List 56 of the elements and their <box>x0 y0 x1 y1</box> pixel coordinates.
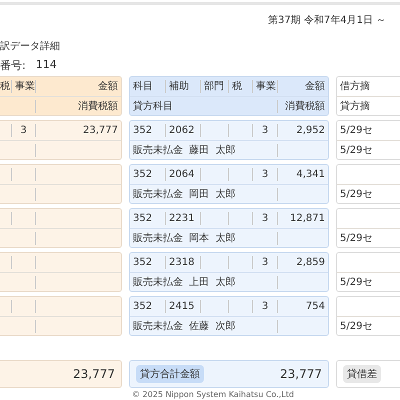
table-cell: 3 <box>20 125 27 136</box>
table-cell: 3 <box>262 125 268 136</box>
column-header: 金額 <box>97 80 119 93</box>
table-cell: 3 <box>262 213 268 224</box>
table-cell: 3 <box>262 169 268 180</box>
column-header: 借方摘 <box>339 80 371 93</box>
table-cell: 2064 <box>169 169 194 180</box>
difference-label: 貸借差 <box>343 365 381 383</box>
fiscal-period: 第37期 令和7年4月1日 ～ <box>268 14 388 27</box>
column-header: 金額 <box>304 80 326 93</box>
table-cell: 販売未払金 岡本 太郎 <box>133 233 236 244</box>
table-cell: 販売未払金 藤田 太郎 <box>133 145 236 156</box>
table-cell: 352 <box>133 213 152 224</box>
table-cell: 販売未払金 上田 太郎 <box>133 277 236 288</box>
credit-total-label: 貸方合計金額 <box>136 365 204 383</box>
column-header: 補助 <box>166 80 201 93</box>
table-cell: 352 <box>133 169 152 180</box>
table-cell: 2,952 <box>296 125 325 136</box>
debit-total: 23,777 <box>73 367 115 381</box>
table-cell: 754 <box>306 301 325 312</box>
table-cell: 352 <box>133 257 152 268</box>
table-cell: 2,859 <box>296 257 325 268</box>
table-cell: 23,777 <box>83 125 118 136</box>
column-header: 貸方摘 <box>339 100 371 113</box>
column-header: 貸方科目 <box>130 100 278 113</box>
table-cell: 352 <box>133 301 152 312</box>
table-cell: 販売未払金 岡田 太郎 <box>133 189 236 200</box>
table-cell: 5/29セ <box>340 233 372 244</box>
table-cell: 販売未払金 佐藤 次郎 <box>133 321 236 332</box>
table-cell: 5/29セ <box>340 145 372 156</box>
table-cell: 5/29セ <box>340 189 372 200</box>
table-cell: 2231 <box>169 213 194 224</box>
table-cell: 4,341 <box>296 169 325 180</box>
table-cell: 12,871 <box>290 213 325 224</box>
slip-number-label: 番号: <box>0 58 26 72</box>
column-header: 部門 <box>201 80 229 93</box>
column-header: 税 <box>0 80 12 93</box>
table-cell: 2415 <box>169 301 194 312</box>
page-title: 訳データ詳細 <box>0 40 61 53</box>
column-header: 税 <box>229 80 253 93</box>
table-cell: 5/29セ <box>340 321 372 332</box>
table-cell: 2318 <box>169 257 194 268</box>
slip-number: 114 <box>36 58 57 72</box>
column-header: 消費税額 <box>77 100 119 113</box>
table-cell: 3 <box>262 257 268 268</box>
table-cell: 2062 <box>169 125 194 136</box>
table-cell: 5/29セ <box>340 277 372 288</box>
column-header: 科目 <box>130 80 166 93</box>
copyright: © 2025 Nippon System Kaihatsu Co.,Ltd <box>132 390 295 399</box>
column-header: 事業 <box>12 80 36 93</box>
column-header: 事業 <box>253 80 278 93</box>
credit-total: 23,777 <box>280 367 322 381</box>
column-header: 消費税額 <box>284 100 326 113</box>
table-cell: 3 <box>262 301 268 312</box>
table-cell: 5/29セ <box>340 125 372 136</box>
table-cell: 352 <box>133 125 152 136</box>
